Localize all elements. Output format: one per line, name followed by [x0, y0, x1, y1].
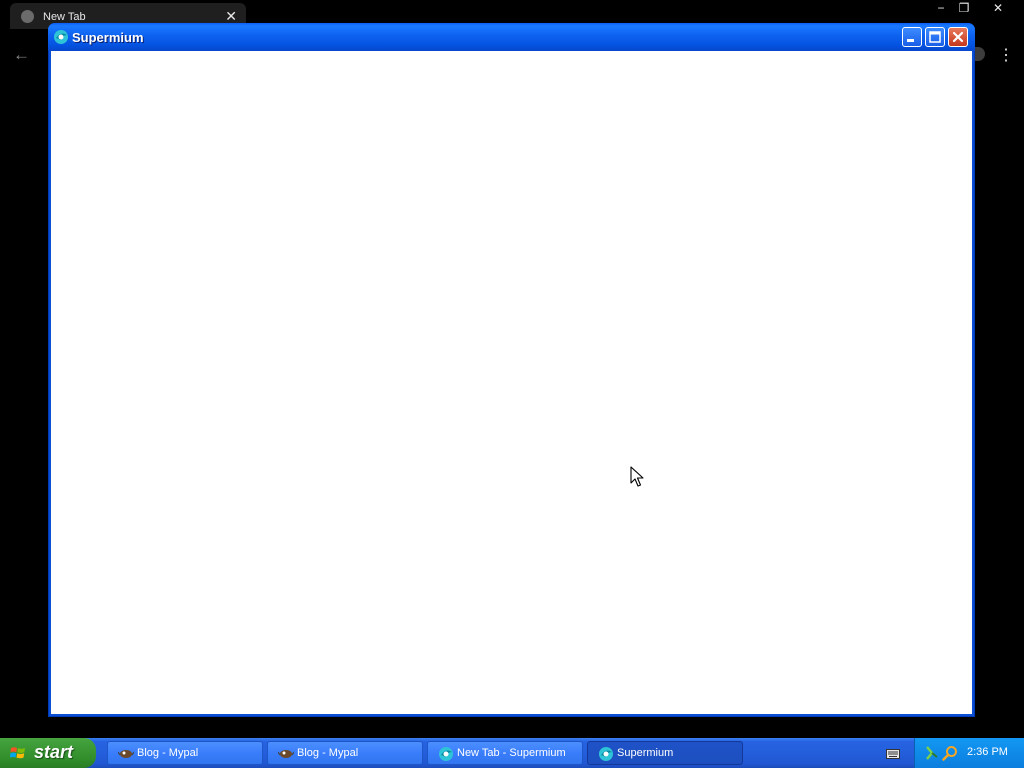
taskbar-button-blog-mypal-1[interactable]: Blog - Mypal — [107, 741, 263, 765]
system-tray: 2:36 PM — [914, 738, 1024, 768]
windows-logo-icon — [10, 747, 25, 759]
close-icon — [952, 31, 964, 43]
minimize-icon — [907, 39, 914, 42]
restore-icon[interactable]: ❐ — [952, 0, 976, 16]
window-titlebar[interactable]: Supermium — [48, 23, 975, 51]
supermium-app-icon — [54, 30, 68, 44]
taskbar-button-blog-mypal-2[interactable]: Blog - Mypal — [267, 741, 423, 765]
minimize-button[interactable] — [902, 27, 922, 47]
network-icon[interactable] — [924, 745, 940, 761]
mouse-cursor-icon — [630, 466, 644, 487]
mypal-icon — [278, 750, 294, 758]
taskbar-button-label: Blog - Mypal — [137, 747, 199, 759]
close-button[interactable] — [948, 27, 968, 47]
tab-close-icon[interactable]: ✕ — [225, 8, 237, 24]
background-tab-title: New Tab — [43, 11, 86, 23]
maximize-button[interactable] — [925, 27, 945, 47]
supermium-app-icon — [599, 747, 613, 761]
supermium-app-icon — [439, 747, 453, 761]
close-icon[interactable]: ✕ — [986, 0, 1010, 16]
kebab-menu-icon[interactable]: ⋮ — [998, 45, 1014, 65]
supermium-window: Supermium — [48, 23, 975, 717]
keyboard-icon[interactable] — [886, 749, 900, 759]
start-button[interactable]: start — [0, 738, 96, 768]
clock[interactable]: 2:36 PM — [967, 746, 1008, 758]
start-label: start — [34, 742, 74, 762]
globe-icon — [21, 10, 34, 23]
window-title: Supermium — [72, 30, 144, 45]
taskbar-button-label: Blog - Mypal — [297, 747, 359, 759]
taskbar-button-label: New Tab - Supermium — [457, 747, 566, 759]
mypal-icon — [118, 750, 134, 758]
taskbar-button-new-tab-supermium[interactable]: New Tab - Supermium — [427, 741, 583, 765]
search-icon[interactable] — [942, 745, 958, 761]
taskbar-button-label: Supermium — [617, 747, 674, 759]
taskbar-button-supermium[interactable]: Supermium — [587, 741, 743, 765]
maximize-icon — [929, 31, 941, 43]
back-arrow-icon[interactable]: ← — [13, 45, 30, 65]
taskbar: start Blog - Mypal Blog - Mypal New Tab … — [0, 738, 1024, 768]
window-content-area[interactable] — [51, 51, 972, 714]
minimize-icon[interactable]: − — [929, 0, 953, 16]
